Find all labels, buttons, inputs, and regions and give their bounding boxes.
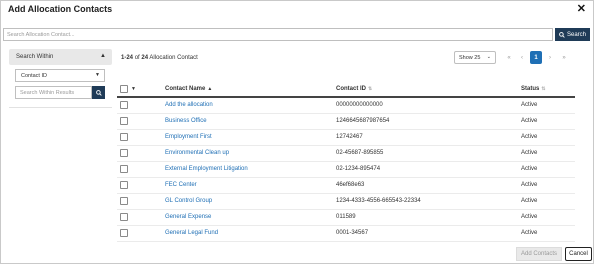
contact-name-link[interactable]: Business Office bbox=[165, 118, 207, 124]
contact-status: Active bbox=[521, 214, 538, 220]
sort-icon: ⇅ bbox=[368, 86, 373, 92]
table-row: Add the allocation 00000000000000 Active bbox=[117, 98, 575, 114]
search-within-header[interactable]: Search Within ▲ bbox=[9, 49, 112, 65]
close-icon[interactable]: ✕ bbox=[577, 3, 586, 15]
results-entity: Allocation Contact bbox=[149, 55, 198, 61]
prev-page-button[interactable]: ‹ bbox=[516, 51, 528, 64]
contact-status: Active bbox=[521, 118, 538, 124]
search-bar: Search bbox=[3, 28, 590, 41]
column-header-contact-id[interactable]: Contact ID ⇅ bbox=[336, 86, 372, 92]
search-icon bbox=[95, 89, 102, 96]
column-header-status[interactable]: Status ⇅ bbox=[521, 86, 546, 92]
contact-name-link[interactable]: General Legal Fund bbox=[165, 230, 218, 236]
select-all-checkbox[interactable] bbox=[120, 85, 128, 93]
contact-name-link[interactable]: Environmental Clean up bbox=[165, 150, 229, 156]
panel-divider bbox=[9, 107, 112, 108]
contact-name-link[interactable]: External Employment Litigation bbox=[165, 166, 248, 172]
table-row: FEC Center 46ef68e63 Active bbox=[117, 178, 575, 194]
row-checkbox[interactable] bbox=[120, 149, 128, 157]
page-size-value: Show 25 bbox=[459, 54, 481, 61]
search-input[interactable] bbox=[3, 28, 553, 41]
contact-status: Active bbox=[521, 102, 538, 108]
contact-id: 12742467 bbox=[336, 134, 363, 140]
contact-name-link[interactable]: General Expense bbox=[165, 214, 211, 220]
contact-status: Active bbox=[521, 150, 538, 156]
row-checkbox[interactable] bbox=[120, 101, 128, 109]
search-within-button[interactable] bbox=[92, 86, 105, 99]
contact-name-link[interactable]: FEC Center bbox=[165, 182, 197, 188]
search-within-input[interactable] bbox=[15, 86, 92, 99]
sort-ascending-icon: ▲ bbox=[207, 86, 213, 92]
contact-status: Active bbox=[521, 166, 538, 172]
table-row: GL Control Group 1234-4333-4556-665543-2… bbox=[117, 194, 575, 210]
row-checkbox[interactable] bbox=[120, 213, 128, 221]
contact-name-link[interactable]: Employment First bbox=[165, 134, 212, 140]
table-header: ▼ Contact Name ▲ Contact ID ⇅ Status ⇅ bbox=[117, 82, 575, 98]
dialog-title: Add Allocation Contacts bbox=[8, 4, 113, 14]
results-of: of bbox=[134, 55, 140, 61]
table-row: General Legal Fund 0001-34567 Active bbox=[117, 226, 575, 242]
search-within-label: Search Within bbox=[16, 54, 54, 60]
contact-name-link[interactable]: Add the allocation bbox=[165, 102, 213, 108]
next-page-button[interactable]: › bbox=[544, 51, 556, 64]
contacts-table: ▼ Contact Name ▲ Contact ID ⇅ Status ⇅ Add … bbox=[117, 82, 575, 242]
search-icon bbox=[559, 31, 565, 38]
chevron-up-icon: ▲ bbox=[100, 53, 106, 59]
row-checkbox[interactable] bbox=[120, 165, 128, 173]
contact-status: Active bbox=[521, 134, 538, 140]
column-header-label: Status bbox=[521, 86, 540, 92]
first-page-button[interactable]: « bbox=[503, 51, 515, 64]
row-checkbox[interactable] bbox=[120, 197, 128, 205]
contact-status: Active bbox=[521, 198, 538, 204]
add-allocation-contacts-dialog: Add Allocation Contacts ✕ Search Search … bbox=[0, 0, 594, 264]
row-checkbox[interactable] bbox=[120, 117, 128, 125]
page-size-select[interactable]: Show 25 ⌄ bbox=[454, 51, 496, 64]
table-row: Employment First 12742467 Active bbox=[117, 130, 575, 146]
add-contacts-button[interactable]: Add Contacts bbox=[516, 247, 562, 261]
table-row: Business Office 1246645687987654 Active bbox=[117, 114, 575, 130]
cancel-button[interactable]: Cancel bbox=[565, 247, 592, 261]
row-checkbox[interactable] bbox=[120, 181, 128, 189]
contact-id: 46ef68e63 bbox=[336, 182, 365, 188]
table-row: External Employment Litigation 02-1234-8… bbox=[117, 162, 575, 178]
sort-icon: ⇅ bbox=[541, 86, 546, 92]
contact-id: 1246645687987654 bbox=[336, 118, 390, 124]
contact-id: 02-45687-895855 bbox=[336, 150, 384, 156]
column-header-label: Contact ID bbox=[336, 86, 366, 92]
contact-name-link[interactable]: GL Control Group bbox=[165, 198, 212, 204]
search-button[interactable]: Search bbox=[555, 28, 590, 41]
table-row: General Expense 011589 Active bbox=[117, 210, 575, 226]
results-count: 1-24 of 24 Allocation Contact bbox=[121, 55, 198, 61]
search-button-label: Search bbox=[566, 31, 586, 38]
row-checkbox[interactable] bbox=[120, 229, 128, 237]
contact-status: Active bbox=[521, 182, 538, 188]
row-checkbox[interactable] bbox=[120, 133, 128, 141]
chevron-down-icon: ⌄ bbox=[486, 54, 491, 60]
search-field-value: Contact ID bbox=[21, 72, 47, 79]
column-header-contact-name[interactable]: Contact Name ▲ bbox=[165, 86, 212, 92]
results-range: 1-24 bbox=[121, 55, 134, 61]
contact-id: 011589 bbox=[336, 214, 356, 220]
contact-id: 00000000000000 bbox=[336, 102, 383, 108]
column-header-label: Contact Name bbox=[165, 86, 206, 92]
last-page-button[interactable]: » bbox=[558, 51, 570, 64]
search-within-panel: Search Within ▲ Contact ID ▼ bbox=[9, 49, 112, 261]
caret-down-icon: ▼ bbox=[95, 72, 100, 78]
caret-down-icon[interactable]: ▼ bbox=[131, 86, 136, 92]
results-total: 24 bbox=[141, 55, 149, 61]
table-row: Environmental Clean up 02-45687-895855 A… bbox=[117, 146, 575, 162]
contact-id: 0001-34567 bbox=[336, 230, 369, 236]
current-page-button[interactable]: 1 bbox=[530, 51, 542, 64]
contact-status: Active bbox=[521, 230, 538, 236]
contact-id: 02-1234-895474 bbox=[336, 166, 381, 172]
contact-id: 1234-4333-4556-665543-22334 bbox=[336, 198, 421, 204]
search-field-select[interactable]: Contact ID ▼ bbox=[15, 69, 105, 82]
